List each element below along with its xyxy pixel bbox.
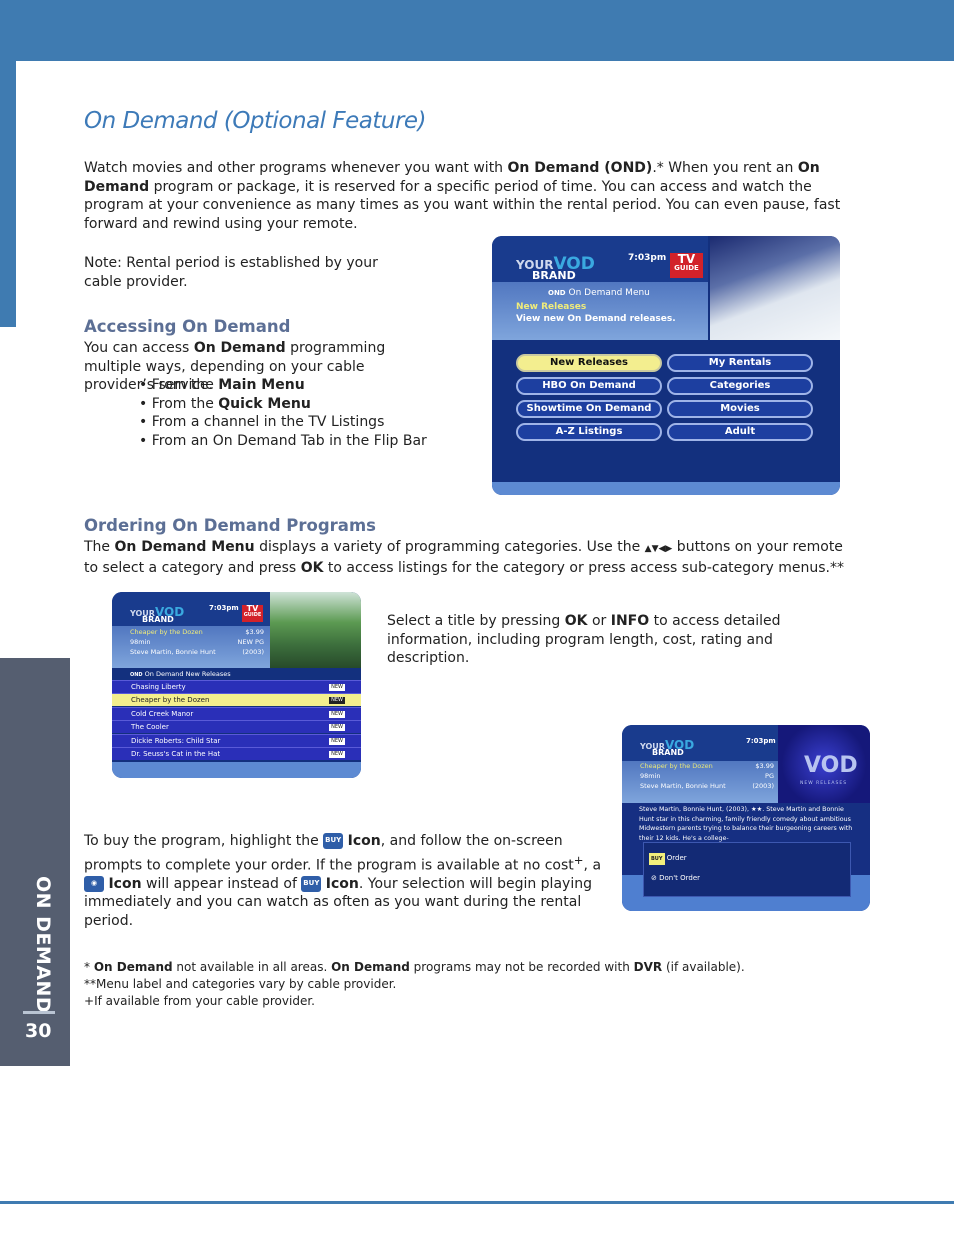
- dont-order-option[interactable]: ⊘ Don't Order: [651, 874, 700, 882]
- list-item: From an On Demand Tab in the Flip Bar: [139, 432, 427, 451]
- new-releases-screenshot: YOURVOD BRAND 7:03pm TV GUIDE Cheaper by t…: [112, 592, 361, 778]
- promo-image: VOD NEW RELEASES: [778, 725, 870, 803]
- list-row[interactable]: Cheaper by the Dozen NEW: [112, 693, 361, 706]
- menu-button[interactable]: A-Z Listings: [516, 423, 662, 441]
- footnote: * On Demand not available in all areas. …: [84, 960, 745, 974]
- menu-button[interactable]: Movies: [667, 400, 813, 418]
- access-methods-list: From the Main Menu From the Quick Menu F…: [139, 376, 427, 450]
- section-tab: ON DEMAND 30: [0, 658, 70, 1066]
- divider: [23, 1011, 55, 1014]
- intro-paragraph: Watch movies and other programs whenever…: [84, 160, 841, 232]
- list-row[interactable]: The Cooler NEW: [112, 720, 361, 733]
- footnotes: * On Demand not available in all areas. …: [84, 959, 745, 1010]
- menu-button[interactable]: New Releases: [516, 354, 662, 372]
- list-row[interactable]: Cold Creek Manor NEW: [112, 707, 361, 720]
- list-item: From the Quick Menu: [139, 395, 427, 414]
- buy-paragraph: To buy the program, highlight the BUY Ic…: [84, 833, 602, 929]
- order-screenshot: YOURVOD BRAND 7:03pm Cheaper by the Dozen…: [622, 725, 870, 911]
- order-dialog: BUY Order ⊘ Don't Order: [643, 842, 851, 897]
- list-row[interactable]: Chasing Liberty NEW: [112, 680, 361, 693]
- footnote: +If available from your cable provider.: [84, 994, 315, 1008]
- order-option[interactable]: BUY Order: [649, 853, 687, 865]
- heading-ordering: Ordering On Demand Programs: [84, 516, 376, 535]
- tv-guide-logo: TV GUIDE: [670, 253, 703, 278]
- section-label: ON DEMAND: [32, 876, 54, 1014]
- buy-icon: BUY: [301, 875, 322, 892]
- clock: 7:03pm: [628, 253, 667, 263]
- list-item: From the Main Menu: [139, 376, 427, 395]
- select-paragraph: Select a title by pressing OK or INFO to…: [387, 613, 781, 666]
- menu-button[interactable]: Showtime On Demand: [516, 400, 662, 418]
- menu-button[interactable]: Adult: [667, 423, 813, 441]
- preview-image: [710, 236, 840, 340]
- bottom-rule: [0, 1201, 954, 1204]
- eye-icon: ◉: [84, 875, 104, 892]
- top-banner: [0, 0, 954, 61]
- ordering-paragraph: The On Demand Menu displays a variety of…: [84, 539, 844, 576]
- menu-button[interactable]: HBO On Demand: [516, 377, 662, 395]
- left-accent-strip: [0, 61, 16, 327]
- heading-accessing: Accessing On Demand: [84, 317, 291, 336]
- list-item: From a channel in the TV Listings: [139, 413, 427, 432]
- rental-note: Note: Rental period is established by yo…: [84, 255, 378, 290]
- arrow-keys-icon: ▲▼◀▶: [644, 544, 673, 554]
- preview-image: [270, 592, 361, 668]
- on-demand-menu-screenshot: YOURVOD BRAND 7:03pm TV GUIDE OND On Deman…: [492, 236, 840, 495]
- menu-button[interactable]: Categories: [667, 377, 813, 395]
- program-description: Steve Martin, Bonnie Hunt, (2003), ★★. S…: [639, 806, 853, 842]
- list-row[interactable]: Dr. Seuss's Cat in the Hat NEW: [112, 747, 361, 760]
- page-title: On Demand (Optional Feature): [84, 108, 427, 134]
- page-number: 30: [25, 1020, 52, 1042]
- list-row[interactable]: Dickie Roberts: Child Star NEW: [112, 734, 361, 747]
- menu-button[interactable]: My Rentals: [667, 354, 813, 372]
- buy-icon: BUY: [323, 833, 344, 849]
- no-icon: ⊘: [651, 874, 657, 882]
- footnote: **Menu label and categories vary by cabl…: [84, 977, 397, 991]
